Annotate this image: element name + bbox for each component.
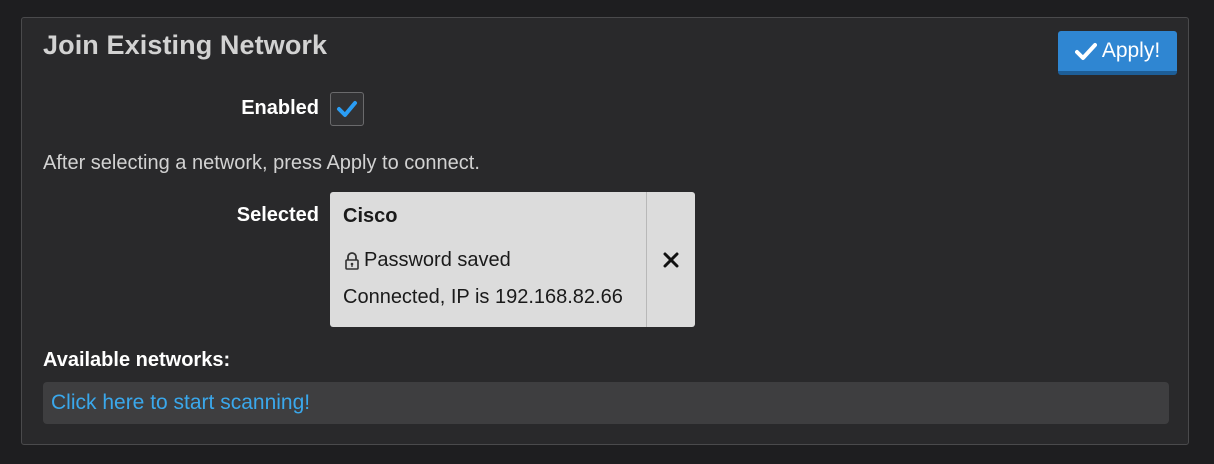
apply-hint: After selecting a network, press Apply t… — [43, 152, 480, 174]
scan-networks-link[interactable]: Click here to start scanning! — [51, 391, 310, 415]
lock-icon — [345, 251, 359, 270]
selected-network-card: Cisco Password saved Connected, IP is 19… — [330, 192, 695, 327]
selected-label: Selected — [236, 204, 319, 226]
join-network-panel: Join Existing Network Apply! Enabled Aft… — [21, 17, 1189, 445]
apply-button-label: Apply! — [1101, 39, 1161, 62]
network-info: Cisco Password saved Connected, IP is 19… — [330, 192, 647, 327]
remove-network-button[interactable] — [647, 192, 695, 327]
enabled-checkbox[interactable] — [330, 92, 364, 126]
apply-button[interactable]: Apply! — [1058, 31, 1177, 75]
password-status-text: Password saved — [364, 249, 511, 271]
scan-networks-bar[interactable]: Click here to start scanning! — [43, 382, 1169, 424]
checkmark-icon — [337, 101, 357, 117]
network-name: Cisco — [343, 205, 398, 227]
close-icon — [663, 252, 679, 267]
available-networks-label: Available networks: — [43, 349, 231, 371]
password-status: Password saved — [343, 246, 646, 275]
connection-status: Connected, IP is 192.168.82.66 — [343, 286, 623, 308]
check-icon — [1074, 41, 1097, 61]
section-title: Join Existing Network — [43, 30, 328, 60]
enabled-label: Enabled — [241, 97, 319, 119]
